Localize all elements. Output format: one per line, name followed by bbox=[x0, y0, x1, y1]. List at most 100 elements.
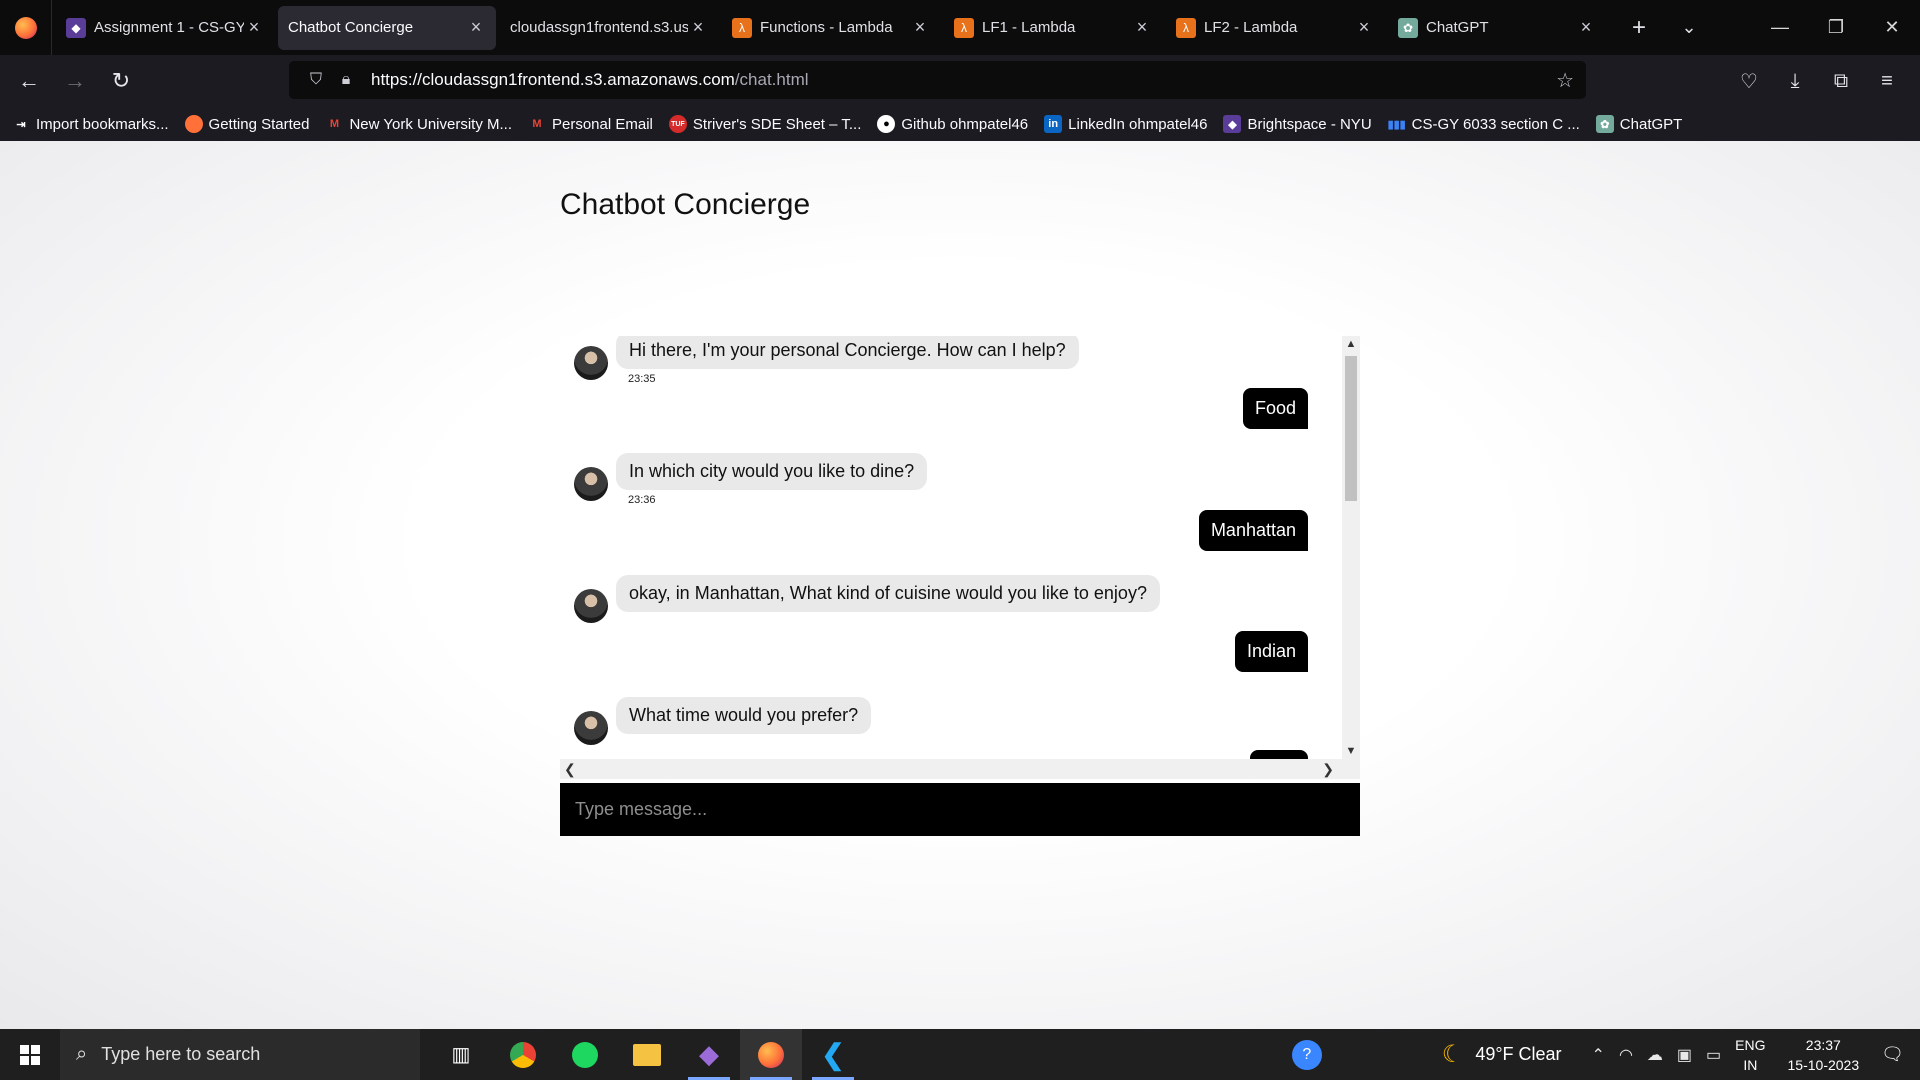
bookmark-label: Github ohmpatel46 bbox=[901, 115, 1029, 133]
tab-title: Assignment 1 - CS-GY bbox=[94, 19, 244, 36]
bookmark-brightspace[interactable]: ◆ Brightspace - NYU bbox=[1223, 115, 1372, 133]
bookmark-getting-started[interactable]: Getting Started bbox=[184, 115, 310, 133]
bookmark-label: Getting Started bbox=[208, 115, 310, 133]
language-indicator[interactable]: ENG IN bbox=[1735, 1035, 1765, 1075]
task-view-icon: ▥ bbox=[451, 1044, 471, 1066]
extensions-icon[interactable]: ⧉ bbox=[1818, 70, 1864, 93]
tab-title: Chatbot Concierge bbox=[288, 19, 414, 36]
wifi-icon[interactable]: ◠ bbox=[1619, 1045, 1633, 1065]
scroll-right-icon[interactable]: ❯ bbox=[1322, 761, 1334, 778]
close-icon[interactable]: × bbox=[1354, 17, 1374, 38]
firefox-app[interactable] bbox=[740, 1029, 802, 1080]
bot-bubble: What time would you prefer? bbox=[616, 697, 872, 734]
message-input[interactable] bbox=[575, 799, 1335, 820]
battery-icon[interactable]: ▭ bbox=[1706, 1045, 1721, 1065]
lock-icon[interactable]: 🔒︎ bbox=[331, 71, 361, 89]
moon-icon: ☾ bbox=[1441, 1041, 1464, 1068]
list-tabs-icon[interactable]: ⌄ bbox=[1664, 17, 1714, 38]
horizontal-scrollbar[interactable]: ❮ ❯ bbox=[560, 759, 1360, 779]
tab-chatbot-concierge[interactable]: Chatbot Concierge × bbox=[278, 5, 496, 50]
bookmark-github[interactable]: ● Github ohmpatel46 bbox=[877, 115, 1028, 133]
bot-avatar bbox=[574, 346, 608, 380]
tab-lf1-lambda[interactable]: λ LF1 - Lambda × bbox=[944, 6, 1162, 50]
bookmark-personal-email[interactable]: M Personal Email bbox=[528, 115, 652, 133]
bot-bubble: Hi there, I'm your personal Concierge. H… bbox=[616, 336, 1079, 369]
forward-icon[interactable]: → bbox=[52, 68, 98, 94]
bookmark-label: Striver's SDE Sheet – T... bbox=[692, 115, 862, 133]
system-tray: ? ☾ 49°F Clear ⌃ ◠ ☁ ▣ ▭ ENG IN 23:37 15… bbox=[1291, 1029, 1920, 1080]
tab-chatgpt[interactable]: ✿ ChatGPT × bbox=[1388, 6, 1606, 50]
scroll-left-icon[interactable]: ❮ bbox=[564, 761, 576, 778]
menu-icon[interactable]: ≡ bbox=[1864, 70, 1910, 93]
close-icon[interactable]: × bbox=[688, 17, 708, 38]
close-icon[interactable]: × bbox=[1576, 17, 1596, 38]
close-icon[interactable]: × bbox=[244, 17, 264, 38]
tab-lf2-lambda[interactable]: λ LF2 - Lambda × bbox=[1166, 6, 1384, 50]
message-list[interactable]: Hi there, I'm your personal Concierge. H… bbox=[560, 336, 1342, 759]
bookmark-label: New York University M... bbox=[349, 115, 512, 133]
new-tab-icon[interactable]: + bbox=[1614, 14, 1664, 42]
close-icon[interactable]: × bbox=[910, 17, 930, 38]
lambda-icon: λ bbox=[732, 17, 752, 38]
bookmark-chatgpt[interactable]: ✿ ChatGPT bbox=[1595, 115, 1682, 133]
bars-icon: ▮▮▮ bbox=[1387, 118, 1406, 131]
start-button[interactable] bbox=[0, 1029, 60, 1080]
chrome-app[interactable] bbox=[492, 1029, 554, 1080]
reload-icon[interactable]: ↻ bbox=[98, 68, 144, 94]
clock[interactable]: 23:37 15-10-2023 bbox=[1788, 1035, 1860, 1075]
tab-bar: ◆ Assignment 1 - CS-GY × Chatbot Concier… bbox=[0, 0, 1920, 55]
restore-icon[interactable]: ❐ bbox=[1808, 17, 1864, 38]
downloads-icon[interactable]: ⤓ bbox=[1772, 70, 1818, 93]
tab-assignment[interactable]: ◆ Assignment 1 - CS-GY × bbox=[56, 6, 274, 50]
bookmark-cs-gy-6033[interactable]: ▮▮▮ CS-GY 6033 section C ... bbox=[1388, 115, 1580, 133]
tab-title: Functions - Lambda bbox=[760, 19, 893, 36]
visual-studio-icon: ◆ bbox=[699, 1039, 719, 1069]
bookmark-nyu-mail[interactable]: M New York University M... bbox=[325, 115, 512, 133]
spotify-app[interactable] bbox=[554, 1029, 616, 1080]
url-bar[interactable]: ⛉ 🔒︎ https://cloudassgn1frontend.s3.amaz… bbox=[289, 61, 1586, 99]
weather-text: 49°F Clear bbox=[1475, 1044, 1562, 1064]
windows-icon bbox=[20, 1044, 40, 1065]
tab-functions-lambda[interactable]: λ Functions - Lambda × bbox=[722, 6, 940, 50]
url-text[interactable]: https://cloudassgn1frontend.s3.amazonaws… bbox=[371, 70, 1556, 90]
tab-s3[interactable]: cloudassgn1frontend.s3.us × bbox=[500, 6, 718, 50]
back-icon[interactable]: ← bbox=[6, 68, 52, 94]
notifications-icon[interactable]: 🗨︎ bbox=[1881, 1044, 1904, 1065]
clock-date: 15-10-2023 bbox=[1787, 1056, 1860, 1073]
bookmark-linkedin[interactable]: in LinkedIn ohmpatel46 bbox=[1044, 115, 1207, 133]
firefox-menu[interactable] bbox=[0, 0, 52, 55]
brightspace-icon: ◆ bbox=[66, 17, 86, 38]
close-icon[interactable]: × bbox=[1132, 17, 1152, 38]
pocket-icon[interactable]: ♡ bbox=[1726, 69, 1772, 94]
help-icon[interactable]: ? bbox=[1291, 1039, 1322, 1070]
show-hidden-icons[interactable]: ⌃ bbox=[1592, 1045, 1605, 1065]
file-explorer-app[interactable] bbox=[616, 1029, 678, 1080]
spotify-icon bbox=[572, 1041, 598, 1068]
display-icon[interactable]: ▣ bbox=[1677, 1045, 1692, 1065]
vscode-app[interactable]: ❮ bbox=[802, 1029, 864, 1080]
linkedin-icon: in bbox=[1044, 115, 1063, 133]
import-icon: ⇥ bbox=[16, 118, 26, 131]
scroll-up-icon[interactable]: ▲ bbox=[1342, 338, 1360, 350]
bookmark-striver[interactable]: TUF Striver's SDE Sheet – T... bbox=[668, 115, 862, 133]
visual-studio-app[interactable]: ◆ bbox=[678, 1029, 740, 1080]
weather-widget[interactable]: ☾ 49°F Clear bbox=[1442, 1040, 1562, 1069]
shield-icon[interactable]: ⛉ bbox=[301, 71, 331, 89]
task-view-button[interactable]: ▥ bbox=[430, 1029, 492, 1080]
taskbar-search[interactable]: ⌕ Type here to search bbox=[60, 1029, 420, 1080]
scroll-down-icon[interactable]: ▼ bbox=[1342, 745, 1360, 757]
vscode-icon: ❮ bbox=[821, 1039, 845, 1070]
firefox-icon bbox=[14, 16, 37, 39]
close-icon[interactable]: × bbox=[466, 17, 486, 38]
vertical-scrollbar[interactable]: ▲ ▼ bbox=[1342, 336, 1360, 759]
bot-avatar bbox=[574, 589, 608, 623]
close-window-icon[interactable]: ✕ bbox=[1864, 17, 1920, 38]
scrollbar-thumb[interactable] bbox=[1345, 356, 1357, 501]
user-bubble-partial bbox=[1250, 750, 1308, 759]
bookmark-star-icon[interactable]: ☆ bbox=[1556, 68, 1574, 93]
minimize-icon[interactable]: — bbox=[1752, 17, 1808, 38]
tab-title: LF2 - Lambda bbox=[1204, 19, 1298, 36]
bookmark-import[interactable]: ⇥ Import bookmarks... bbox=[12, 115, 168, 133]
chrome-icon bbox=[510, 1041, 536, 1068]
onedrive-icon[interactable]: ☁ bbox=[1647, 1045, 1663, 1065]
